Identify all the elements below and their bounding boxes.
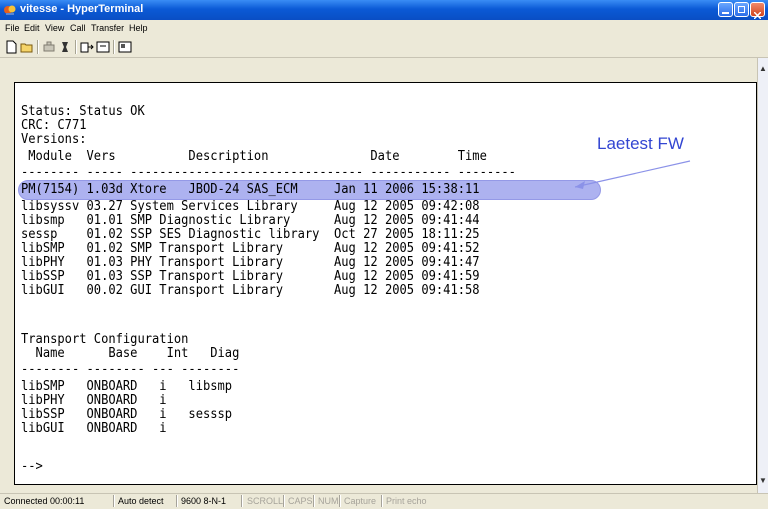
- window-title: vitesse - HyperTerminal: [20, 3, 144, 15]
- terminal-line: sessp 01.02 SSP SES Diagnostic library O…: [21, 227, 480, 242]
- status-bar: Connected 00:00:11 Auto detect 9600 8-N-…: [0, 493, 768, 509]
- menu-help[interactable]: Help: [129, 23, 148, 33]
- status-divider: [339, 495, 341, 507]
- status-capture: Capture: [344, 496, 377, 506]
- latest-fw-annotation: Laetest FW: [597, 134, 684, 153]
- status-divider: [241, 495, 243, 507]
- status-params: 9600 8-N-1: [181, 496, 227, 506]
- toolbar-separator: [113, 40, 115, 54]
- close-button[interactable]: [750, 2, 765, 20]
- terminal-line: libSMP 01.02 SMP Transport Library Aug 1…: [21, 241, 480, 256]
- terminal-line-latest-fw: PM(7154) 1.03d Xtore JBOD-24 SAS_ECM Jan…: [21, 182, 480, 197]
- disconnect-icon[interactable]: [58, 40, 72, 54]
- terminal-line: Module Vers Description Date Time: [21, 149, 487, 164]
- status-divider: [176, 495, 178, 507]
- terminal-line: libPHY 01.03 PHY Transport Library Aug 1…: [21, 255, 480, 270]
- toolbar-separator: [75, 40, 77, 54]
- maximize-button[interactable]: [734, 2, 749, 17]
- status-divider: [113, 495, 115, 507]
- terminal-line: libGUI 00.02 GUI Transport Library Aug 1…: [21, 283, 480, 298]
- vertical-scrollbar[interactable]: ▲ ▼: [757, 58, 768, 493]
- terminal-line: Status: Status OK: [21, 104, 145, 119]
- menu-view[interactable]: View: [45, 23, 64, 33]
- terminal-line: CRC: C771: [21, 118, 87, 133]
- menu-bar: File Edit View Call Transfer Help: [0, 20, 768, 37]
- status-scroll: SCROLL: [247, 496, 284, 506]
- terminal-line: libGUI ONBOARD i: [21, 421, 167, 436]
- terminal-line: libSSP ONBOARD i sesssp: [21, 407, 233, 422]
- status-divider: [283, 495, 285, 507]
- terminal-line: Versions:: [21, 132, 87, 147]
- status-divider: [313, 495, 315, 507]
- terminal-prompt: -->: [21, 459, 43, 474]
- open-icon[interactable]: [20, 40, 34, 54]
- status-print-echo: Print echo: [386, 496, 427, 506]
- menu-transfer[interactable]: Transfer: [91, 23, 124, 33]
- toolbar: [0, 37, 768, 58]
- terminal-line: Name Base Int Diag: [21, 346, 240, 361]
- status-detect: Auto detect: [118, 496, 164, 506]
- new-icon[interactable]: [4, 40, 18, 54]
- title-bar[interactable]: vitesse - HyperTerminal: [0, 0, 768, 20]
- status-connected: Connected 00:00:11: [4, 496, 85, 506]
- terminal-line: -------- ----- -------------------------…: [21, 165, 516, 180]
- status-num: NUM: [318, 496, 339, 506]
- scroll-down-arrow-icon[interactable]: ▼: [758, 476, 768, 486]
- menu-edit[interactable]: Edit: [24, 23, 40, 33]
- terminal-line: Transport Configuration: [21, 332, 189, 347]
- hyperterminal-app-icon: [4, 5, 16, 15]
- terminal-line: libSSP 01.03 SSP Transport Library Aug 1…: [21, 269, 480, 284]
- properties-icon[interactable]: [118, 40, 132, 54]
- status-caps: CAPS: [288, 496, 313, 506]
- menu-call[interactable]: Call: [70, 23, 86, 33]
- menu-file[interactable]: File: [5, 23, 20, 33]
- minimize-button[interactable]: [718, 2, 733, 17]
- receive-icon[interactable]: [96, 40, 110, 54]
- terminal-line: libSMP ONBOARD i libsmp: [21, 379, 233, 394]
- terminal-line: libPHY ONBOARD i: [21, 393, 167, 408]
- terminal-line: -------- -------- --- --------: [21, 362, 240, 377]
- scroll-up-arrow-icon[interactable]: ▲: [758, 64, 768, 74]
- connect-icon[interactable]: [42, 40, 56, 54]
- terminal-line: libsmp 01.01 SMP Diagnostic Library Aug …: [21, 213, 480, 228]
- send-icon[interactable]: [80, 40, 94, 54]
- toolbar-separator: [37, 40, 39, 54]
- status-divider: [381, 495, 383, 507]
- terminal-line: libsyssv 03.27 System Services Library A…: [21, 199, 480, 214]
